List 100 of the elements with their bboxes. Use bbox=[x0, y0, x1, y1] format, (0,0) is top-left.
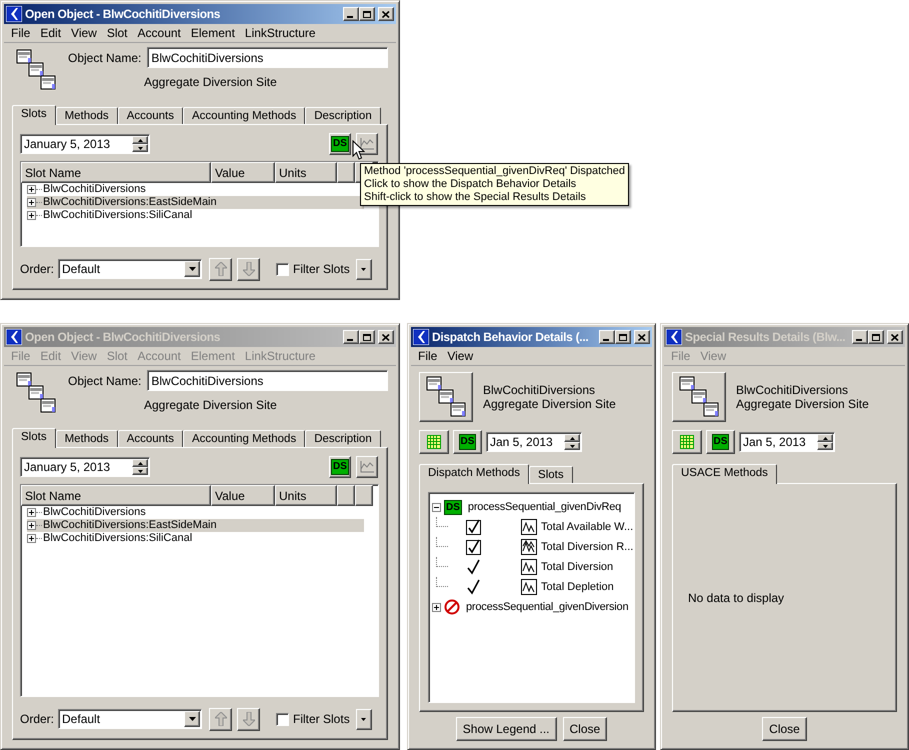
object-name-field[interactable]: BlwCochitiDiversions bbox=[147, 47, 388, 68]
menu-item[interactable]: Edit bbox=[35, 24, 66, 42]
object-button[interactable] bbox=[419, 372, 473, 422]
menu-item[interactable]: View bbox=[442, 347, 478, 365]
method-name[interactable]: processSequential_givenDiversion bbox=[466, 598, 628, 616]
grid-icon bbox=[680, 435, 694, 449]
close-button[interactable] bbox=[634, 330, 650, 344]
minimize-button[interactable] bbox=[599, 330, 615, 344]
up-arrow-icon bbox=[822, 436, 828, 440]
caret-icon bbox=[361, 268, 366, 270]
object-button[interactable] bbox=[672, 372, 726, 422]
maximize-button[interactable] bbox=[359, 7, 375, 21]
tab[interactable]: Slots bbox=[12, 105, 56, 125]
menu-item[interactable]: Slot bbox=[102, 24, 133, 42]
expand-icon bbox=[27, 534, 36, 543]
tab[interactable]: Description bbox=[305, 107, 381, 124]
filter-checkbox[interactable] bbox=[276, 262, 290, 276]
dispatch-button[interactable]: DS bbox=[706, 430, 735, 454]
spin-down-button[interactable] bbox=[132, 467, 148, 475]
dialog-button[interactable]: Close bbox=[562, 717, 608, 741]
minimize-button[interactable] bbox=[343, 7, 359, 21]
order-dropdown[interactable]: Default bbox=[58, 259, 202, 279]
object-name-label: Object Name: bbox=[68, 50, 142, 66]
column-header[interactable] bbox=[337, 485, 355, 506]
tab[interactable]: Accounting Methods bbox=[183, 107, 306, 124]
close-button[interactable] bbox=[378, 7, 394, 21]
spin-up-button[interactable] bbox=[817, 434, 833, 442]
close-button[interactable] bbox=[378, 330, 394, 344]
object-name-field[interactable]: BlwCochitiDiversions bbox=[147, 370, 388, 391]
date-spinner[interactable]: January 5, 2013 bbox=[20, 134, 150, 154]
filter-label: Filter Slots bbox=[293, 711, 350, 728]
tab[interactable]: Accounting Methods bbox=[183, 430, 306, 447]
dialog-button[interactable]: Close bbox=[762, 717, 807, 741]
close-button[interactable] bbox=[887, 330, 903, 344]
tab[interactable]: Methods bbox=[56, 430, 118, 447]
slot-name[interactable]: Total Depletion bbox=[541, 578, 614, 596]
dispatch-button[interactable]: DS bbox=[329, 456, 351, 478]
method-name[interactable]: processSequential_givenDivReq bbox=[468, 498, 622, 516]
filter-checkbox[interactable] bbox=[276, 712, 290, 726]
plot-button[interactable] bbox=[356, 456, 378, 478]
slot-row[interactable]: BlwCochitiDiversions:EastSideMain bbox=[27, 196, 364, 209]
filter-menu-button[interactable] bbox=[356, 258, 372, 280]
column-header[interactable]: Units bbox=[275, 162, 337, 183]
date-spinner[interactable]: Jan 5, 2013 bbox=[486, 432, 582, 452]
spin-down-button[interactable] bbox=[564, 442, 580, 450]
table-view-button[interactable] bbox=[672, 430, 702, 454]
tab[interactable]: Description bbox=[305, 430, 381, 447]
tab[interactable]: Methods bbox=[56, 107, 118, 124]
slot-name[interactable]: Total Available W... bbox=[541, 518, 634, 536]
dialog-button[interactable]: Show Legend ... bbox=[456, 717, 557, 741]
menu-item[interactable]: File bbox=[413, 347, 442, 365]
spin-up-button[interactable] bbox=[132, 459, 148, 467]
menu-item[interactable]: Account bbox=[132, 24, 186, 42]
dispatch-button[interactable]: DS bbox=[329, 133, 351, 155]
slot-row[interactable]: BlwCochitiDiversions:EastSideMain bbox=[27, 519, 364, 532]
menu-item[interactable]: Element bbox=[186, 24, 240, 42]
column-header[interactable]: Value bbox=[211, 162, 275, 183]
maximize-button[interactable] bbox=[359, 330, 375, 344]
maximize-button[interactable] bbox=[868, 330, 884, 344]
close-icon bbox=[891, 334, 899, 340]
column-header[interactable] bbox=[355, 485, 373, 506]
column-header[interactable]: Slot Name bbox=[21, 162, 211, 183]
tab[interactable]: Accounts bbox=[118, 107, 183, 124]
column-header[interactable]: Slot Name bbox=[21, 485, 211, 506]
spin-up-button[interactable] bbox=[132, 136, 148, 144]
app-icon bbox=[6, 6, 22, 22]
tab[interactable]: Slots bbox=[529, 466, 573, 483]
column-header[interactable] bbox=[337, 162, 355, 183]
spin-down-button[interactable] bbox=[132, 144, 148, 152]
tooltip-text: Shift-click to show the Special Results Details bbox=[364, 191, 587, 204]
minimize-button[interactable] bbox=[852, 330, 868, 344]
stacked-windows-icon bbox=[679, 376, 719, 418]
maximize-button[interactable] bbox=[615, 330, 631, 344]
date-spinner[interactable]: January 5, 2013 bbox=[20, 457, 150, 477]
column-header[interactable]: Value bbox=[211, 485, 275, 506]
column-header[interactable]: Units bbox=[275, 485, 337, 506]
tab[interactable]: Accounts bbox=[118, 430, 183, 447]
filter-menu-button[interactable] bbox=[356, 708, 372, 730]
spin-up-button[interactable] bbox=[564, 434, 580, 442]
filter-label: Filter Slots bbox=[293, 261, 350, 278]
slot-name[interactable]: Total Diversion R... bbox=[541, 538, 634, 556]
menu-item[interactable]: File bbox=[6, 24, 36, 42]
tab[interactable]: Slots bbox=[12, 428, 56, 448]
slot-name[interactable]: Total Diversion bbox=[541, 558, 614, 576]
table-view-button[interactable] bbox=[419, 430, 449, 454]
minimize-button[interactable] bbox=[343, 330, 359, 344]
expand-icon[interactable] bbox=[432, 602, 441, 612]
up-arrow-icon bbox=[214, 712, 227, 726]
tab[interactable]: USACE Methods bbox=[672, 464, 777, 484]
spin-down-button[interactable] bbox=[817, 442, 833, 450]
date-spinner[interactable]: Jan 5, 2013 bbox=[739, 432, 835, 452]
order-dropdown[interactable]: Default bbox=[58, 709, 202, 729]
menu-item[interactable]: LinkStructure bbox=[240, 24, 321, 42]
tab[interactable]: Dispatch Methods bbox=[419, 464, 530, 484]
order-label: Order: bbox=[20, 261, 54, 278]
menu-item[interactable]: View bbox=[66, 24, 102, 42]
collapse-icon[interactable] bbox=[432, 502, 441, 512]
dispatch-button[interactable]: DS bbox=[453, 430, 482, 454]
app-icon bbox=[666, 329, 682, 345]
dispatched-status: DS bbox=[444, 500, 462, 514]
